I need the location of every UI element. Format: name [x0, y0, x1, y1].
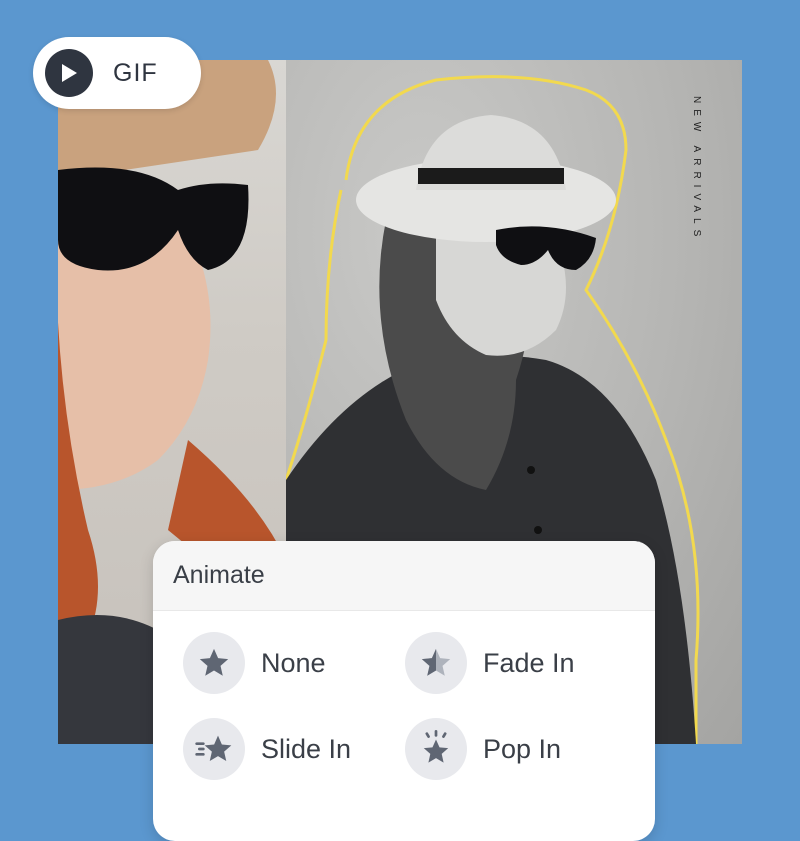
animate-option-none[interactable]: None	[183, 632, 326, 694]
gif-label: GIF	[113, 58, 158, 87]
animate-option-none-label: None	[261, 647, 326, 678]
animate-option-fade-in-label: Fade In	[483, 647, 575, 678]
animate-option-pop-in[interactable]: Pop In	[405, 718, 561, 780]
poster-vertical-text: NEW ARRIVALS	[691, 96, 702, 243]
gif-badge[interactable]: GIF	[33, 37, 201, 109]
star-icon	[183, 632, 245, 694]
star-motion-lines-icon	[183, 718, 245, 780]
animate-option-slide-in-label: Slide In	[261, 733, 352, 764]
animate-panel-header: Animate	[153, 541, 655, 611]
animate-option-slide-in[interactable]: Slide In	[183, 718, 351, 780]
animate-panel-title: Animate	[173, 561, 265, 589]
animate-option-pop-in-label: Pop In	[483, 733, 562, 764]
star-pop-icon	[405, 718, 467, 780]
animate-option-fade-in[interactable]: Fade In	[405, 632, 575, 694]
star-half-icon	[405, 632, 467, 694]
animate-panel: Animate None Fade In Slide In Pop In	[153, 541, 655, 841]
play-icon[interactable]	[45, 49, 93, 97]
